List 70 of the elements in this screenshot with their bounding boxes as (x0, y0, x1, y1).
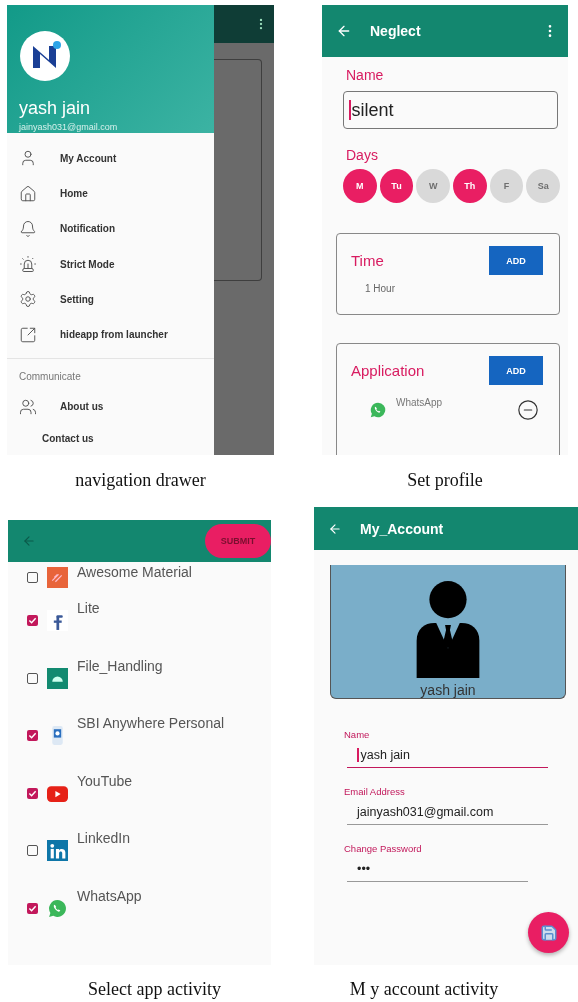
text-field[interactable]: yash jain (347, 748, 548, 768)
profile-name: yash jain (420, 682, 476, 698)
add-button[interactable]: ADD (489, 356, 543, 385)
app-name: LinkedIn (77, 830, 130, 846)
robot-icon (47, 667, 68, 689)
day-toggle[interactable]: Th (453, 169, 487, 203)
drawer-item[interactable]: About us (60, 401, 104, 412)
time-value: 1 Hour (365, 283, 396, 294)
remove-icon[interactable] (517, 399, 539, 421)
app-name: WhatsApp (77, 887, 142, 904)
settings-icon (19, 290, 37, 309)
app-name: YouTube (77, 772, 132, 789)
user-name: yash jain (19, 98, 92, 119)
app-name: WhatsApp (396, 397, 443, 408)
logo-icon (19, 30, 71, 82)
field-label: Days (346, 147, 379, 163)
drawer-item[interactable]: Home (60, 188, 88, 200)
checkbox[interactable] (27, 615, 38, 627)
figure-caption: Select app activity (87, 979, 222, 1000)
day-toggle[interactable]: Sa (526, 169, 561, 203)
bell-icon (19, 219, 37, 238)
in-logo-icon (47, 840, 68, 862)
chat-bubble-icon (369, 401, 387, 419)
checkbox[interactable] (27, 902, 38, 914)
user-email: jainyash031@gmail.com (19, 122, 119, 132)
field-label: Change Password (344, 843, 423, 854)
back-icon[interactable] (328, 521, 342, 536)
save-button[interactable] (528, 912, 569, 953)
checkbox[interactable] (27, 672, 38, 684)
back-icon[interactable] (336, 23, 352, 39)
drawer-item[interactable]: Contact us (42, 433, 94, 445)
name-field[interactable]: silent (343, 91, 558, 129)
section-title: Communicate (18, 370, 82, 385)
day-toggle[interactable]: M (343, 169, 377, 203)
checkbox[interactable] (27, 730, 38, 742)
app-name: SBI Anywhere Personal (77, 715, 225, 731)
chat-bubble-icon (47, 897, 68, 919)
day-toggle[interactable]: F (489, 169, 524, 203)
card-title: Application (351, 362, 425, 379)
day-toggle[interactable]: Tu (379, 169, 414, 203)
app-name: File_Handling (77, 657, 163, 674)
add-button[interactable]: ADD (489, 246, 543, 275)
figure-caption: Set profile (406, 470, 484, 491)
drawer-item[interactable]: Strict Mode (60, 258, 115, 270)
checkbox[interactable] (27, 787, 38, 799)
field-label: Name (346, 67, 385, 83)
figure-caption: navigation drawer (74, 470, 207, 491)
field-label: Name (344, 729, 371, 740)
drawer-item[interactable]: Setting (60, 293, 94, 305)
drawer-item[interactable]: Notification (60, 223, 115, 235)
external-link-icon (19, 325, 37, 344)
card-title: Time (351, 252, 384, 269)
text-field[interactable]: jainyash031@gmail.com (347, 805, 548, 825)
person-icon (19, 149, 37, 168)
screen-title: My_Account (360, 520, 445, 537)
checkbox[interactable] (27, 571, 38, 583)
app-name: Lite (77, 600, 100, 616)
siren-icon (19, 255, 37, 274)
checkbox[interactable] (27, 845, 38, 857)
home-icon (19, 184, 37, 203)
app-name: Awesome Material (77, 564, 192, 580)
drawer-item[interactable]: My Account (60, 152, 117, 164)
day-toggle[interactable]: W (416, 169, 450, 203)
field-label: Email Address (344, 786, 406, 797)
screen-title: Neglect (370, 23, 422, 39)
figure-caption: M y account activity (348, 979, 500, 1000)
drawer-item[interactable]: hideapp from launcher (60, 329, 168, 341)
people-icon (19, 397, 37, 416)
text-field[interactable]: ••• (347, 862, 528, 882)
hatched-tile-icon (47, 566, 68, 588)
